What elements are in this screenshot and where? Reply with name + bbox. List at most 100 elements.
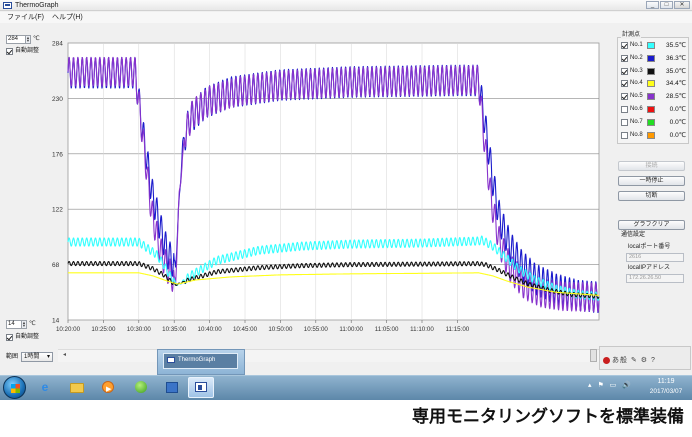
ip-label: localIPアドレス (628, 265, 671, 271)
range-label: 範囲 (6, 354, 19, 360)
legend-checkbox[interactable] (621, 67, 628, 75)
legend-value: 35.5℃ (666, 42, 686, 49)
start-button[interactable] (3, 376, 26, 399)
legend-checkbox[interactable] (621, 118, 628, 126)
legend-row: No.1 35.5℃ (620, 41, 688, 50)
system-tray-icons[interactable]: ▴ ⚑ ▭ 🔊 (588, 381, 633, 390)
port-label: localポート番号 (628, 244, 671, 250)
legend-value: 35.0℃ (666, 67, 686, 75)
internet-explorer-icon[interactable]: e (35, 378, 55, 397)
x-tick-label: 10:55:00 (304, 326, 329, 333)
x-tick-label: 10:25:00 (91, 326, 116, 333)
legend-checkbox[interactable] (621, 106, 628, 113)
legend-name: No.8 (630, 131, 643, 138)
app-blue-icon[interactable] (162, 378, 182, 397)
ip-field: 172.26.26.50 (626, 274, 684, 283)
scroll-thumb[interactable] (590, 349, 597, 362)
auto-adjust-bottom-checkbox[interactable] (6, 334, 13, 341)
legend-row: No.4 34.4℃ (620, 79, 688, 88)
legend-name: No.7 (630, 118, 643, 125)
x-tick-label: 10:45:00 (233, 326, 258, 333)
x-tick-label: 10:40:00 (198, 326, 223, 333)
close-button[interactable]: ✕ (674, 1, 690, 9)
legend-color-swatch (647, 42, 655, 49)
desktop-screen: ThermoGraph _ □ ✕ ファイル(F) ヘルプ(H) 284 ▲ ▼ … (0, 0, 692, 400)
minimize-button[interactable]: _ (646, 1, 659, 9)
legend-row: No.3 35.0℃ (620, 67, 688, 76)
y-tick-label: 68 (52, 262, 60, 269)
legend-name: No.1 (630, 42, 643, 48)
legend-name: No.4 (630, 80, 643, 87)
legend-row: No.7 0.0℃ (620, 118, 688, 127)
scroll-left-arrow-icon[interactable]: ◂ (61, 351, 68, 360)
legend-color-swatch (647, 67, 655, 75)
x-tick-label: 10:30:00 (127, 326, 152, 333)
app-green-icon[interactable] (131, 378, 151, 397)
legend-checkbox[interactable] (621, 54, 628, 62)
auto-adjust-bottom-label: 自動調整 (15, 334, 40, 340)
thumbnail-title: ThermoGraph (178, 357, 216, 363)
horizontal-scrollbar[interactable] (58, 349, 603, 362)
legend-checkbox[interactable] (621, 93, 628, 101)
media-player-icon[interactable] (98, 378, 118, 399)
measurement-points-title: 計測点 (621, 31, 642, 39)
range-select[interactable]: 1時間 (21, 352, 53, 362)
legend-value: 0.0℃ (669, 131, 686, 139)
ymin-unit: ℃ (29, 321, 36, 327)
x-tick-label: 10:35:00 (162, 326, 187, 333)
caption-text: 専用モニタリングソフトを標準装備 (412, 407, 684, 427)
legend-name: No.5 (630, 93, 643, 100)
legend-color-swatch (647, 106, 655, 113)
legend-checkbox[interactable] (621, 80, 628, 88)
legend-name: No.6 (630, 106, 643, 112)
legend-checkbox[interactable] (621, 131, 628, 139)
clock-time[interactable]: 11:19 (648, 377, 684, 386)
legend-checkbox[interactable] (621, 42, 628, 49)
legend-color-swatch (647, 93, 655, 101)
y-tick-label: 230 (52, 96, 63, 103)
legend-value: 34.4℃ (666, 80, 686, 88)
y-tick-label: 284 (52, 41, 63, 48)
x-tick-label: 11:10:00 (410, 326, 434, 333)
y-tick-label: 122 (52, 207, 63, 214)
legend-row: No.5 28.5℃ (620, 92, 688, 101)
window-titlebar: ThermoGraph _ □ ✕ (0, 0, 692, 11)
alert-icon[interactable] (603, 357, 610, 364)
x-tick-label: 11:05:00 (375, 326, 399, 333)
legend-row: No.6 0.0℃ (620, 105, 688, 114)
y-tick-label: 14 (52, 318, 60, 325)
thermograph-taskbar-button[interactable] (188, 377, 214, 398)
menu-help[interactable]: ヘルプ(H) (52, 13, 83, 22)
legend-color-swatch (647, 131, 655, 139)
x-tick-label: 10:20:00 (56, 326, 81, 333)
resume-button[interactable]: 接続 (618, 161, 685, 171)
legend-value: 28.5℃ (666, 93, 686, 101)
menu-file[interactable]: ファイル(F) (7, 13, 44, 22)
y-tick-label: 176 (52, 151, 63, 158)
clock-date[interactable]: 2017/03/07 (643, 387, 689, 396)
clear-graph-button[interactable]: グラフクリア (618, 220, 685, 230)
legend-value: 36.3℃ (666, 54, 686, 62)
ymin-spinner[interactable]: ▲ ▼ (21, 320, 27, 329)
disconnect-button[interactable]: 切断 (618, 191, 685, 201)
x-tick-label: 10:50:00 (268, 326, 293, 333)
app-icon (3, 2, 12, 9)
maximize-button[interactable]: □ (660, 1, 673, 9)
legend-name: No.2 (630, 54, 643, 61)
legend-row: No.8 0.0℃ (620, 131, 688, 140)
thumbnail-app-icon (167, 357, 175, 363)
legend-color-swatch (647, 54, 655, 62)
legend-color-swatch (647, 80, 655, 88)
legend-row: No.2 36.3℃ (620, 54, 688, 63)
legend-value: 0.0℃ (669, 106, 686, 113)
window-title: ThermoGraph (15, 2, 59, 9)
network-settings-title: 通信設定 (621, 232, 646, 238)
legend-color-swatch (647, 118, 655, 126)
legend-name: No.3 (630, 67, 643, 74)
x-tick-label: 11:00:00 (339, 326, 363, 333)
temperature-chart: 284 230 176 122 68 14 10:20:00 10:25:00 10:30:0… (52, 41, 600, 333)
pause-button[interactable]: 一時停止 (618, 176, 685, 186)
language-bar-icons[interactable]: あ般 ✎ ⚙ ? (612, 356, 656, 366)
file-explorer-icon[interactable] (67, 378, 87, 397)
x-axis-ticks: 10:20:00 10:25:00 10:30:00 10:35:00 10:40:00… (56, 320, 470, 333)
